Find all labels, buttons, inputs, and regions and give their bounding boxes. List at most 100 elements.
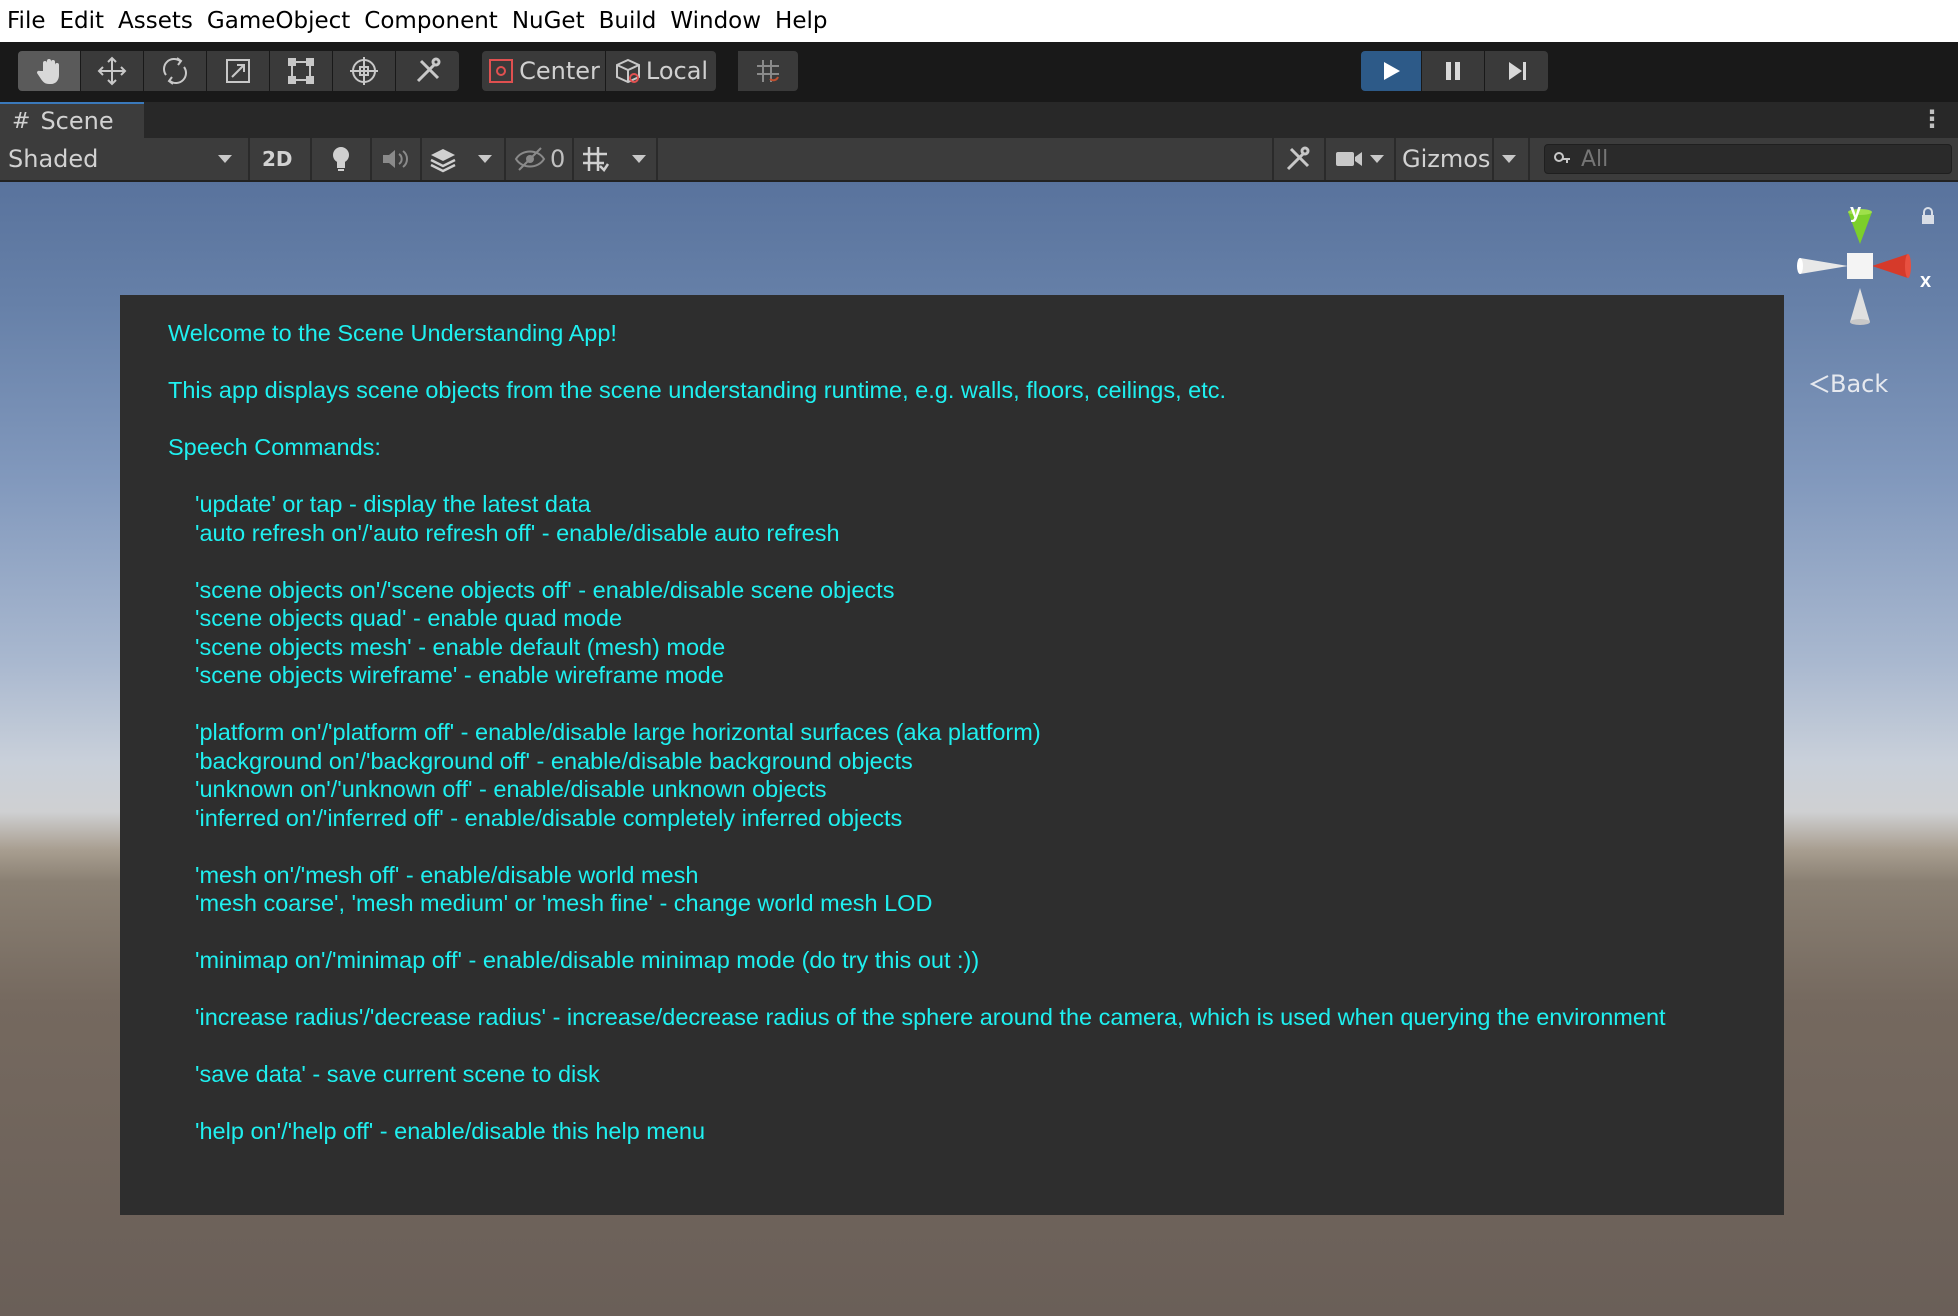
draw-mode-dropdown[interactable]: Shaded xyxy=(8,140,236,178)
hidden-count: 0 xyxy=(550,145,566,173)
rotate-icon xyxy=(163,57,187,85)
gizmos-label: Gizmos xyxy=(1402,145,1491,173)
help-command: 'increase radius'/'decrease radius' - in… xyxy=(195,1004,1666,1030)
gizmos-dropdown[interactable] xyxy=(1502,140,1516,178)
help-command: 'mesh coarse', 'mesh medium' or 'mesh fi… xyxy=(195,890,933,916)
pivot-toggles: Center Local xyxy=(482,51,716,91)
scene-tab-strip: # Scene ⋮ xyxy=(0,102,1958,138)
menu-window[interactable]: Window xyxy=(663,0,768,42)
pivot-mode-label: Center xyxy=(519,57,600,85)
lock-icon[interactable] xyxy=(1920,206,1936,226)
transform-tools xyxy=(18,51,459,91)
move-icon xyxy=(97,56,127,86)
custom-tool-button[interactable] xyxy=(396,51,459,91)
main-toolbar: Center Local xyxy=(0,42,1958,102)
chevron-down-icon xyxy=(1370,155,1384,163)
scale-tool-button[interactable] xyxy=(207,51,270,91)
effects-layers-icon xyxy=(430,149,456,173)
help-command: 'save data' - save current scene to disk xyxy=(195,1061,600,1087)
pivot-mode-button[interactable]: Center xyxy=(482,51,606,91)
pivot-rotation-button[interactable]: Local xyxy=(606,51,716,91)
pause-icon xyxy=(1446,62,1460,80)
help-welcome: Welcome to the Scene Understanding App! xyxy=(168,320,617,346)
back-label: Back xyxy=(1830,370,1889,398)
menu-file[interactable]: File xyxy=(0,0,53,42)
help-command: 'scene objects mesh' - enable default (m… xyxy=(195,634,726,660)
step-button[interactable] xyxy=(1485,51,1548,91)
hidden-objects-toggle[interactable]: 0 xyxy=(514,140,565,178)
help-panel: Welcome to the Scene Understanding App! … xyxy=(120,295,1784,1215)
grid-icon xyxy=(583,147,610,172)
chevron-down-icon xyxy=(1502,155,1516,163)
chevron-down-icon xyxy=(632,155,646,163)
gizmo-center-cube[interactable] xyxy=(1847,253,1873,279)
help-command: 'minimap on'/'minimap off' - enable/disa… xyxy=(195,947,980,973)
cube-icon xyxy=(615,58,640,84)
gizmo-neg-y-axis[interactable] xyxy=(1850,288,1870,322)
gizmos-toggle[interactable]: Gizmos xyxy=(1402,140,1490,178)
more-options-icon[interactable]: ⋮ xyxy=(1920,106,1944,134)
scene-search-input[interactable] xyxy=(1579,145,1923,173)
back-button[interactable]: Back xyxy=(1808,370,1888,398)
help-command: 'mesh on'/'mesh off' - enable/disable wo… xyxy=(195,862,699,888)
rect-tool-button[interactable] xyxy=(270,51,333,91)
rect-transform-icon xyxy=(288,58,314,84)
chevron-down-icon xyxy=(478,155,492,163)
help-command: 'inferred on'/'inferred off' - enable/di… xyxy=(195,805,903,831)
tab-scene[interactable]: # Scene xyxy=(0,102,144,138)
tab-scene-label: Scene xyxy=(40,107,114,135)
scene-toolbar: Shaded 2D 0 Gizmos xyxy=(0,138,1958,182)
grid-snap-icon xyxy=(757,60,779,82)
gizmo-y-label: y xyxy=(1850,201,1862,223)
pause-button[interactable] xyxy=(1422,51,1485,91)
mode-2d-toggle[interactable]: 2D xyxy=(262,140,293,178)
snap-group xyxy=(738,51,798,91)
help-command: 'scene objects on'/'scene objects off' -… xyxy=(195,577,895,603)
help-command: 'platform on'/'platform off' - enable/di… xyxy=(195,719,1041,745)
help-command: 'scene objects wireframe' - enable wiref… xyxy=(195,662,724,688)
menu-build[interactable]: Build xyxy=(592,0,664,42)
help-speech-commands-heading: Speech Commands: xyxy=(168,434,381,460)
lightbulb-icon xyxy=(333,147,349,171)
grid-dropdown[interactable] xyxy=(580,140,646,178)
camera-icon xyxy=(1336,152,1362,166)
play-button[interactable] xyxy=(1361,51,1422,91)
step-icon xyxy=(1508,62,1526,80)
pivot-rotation-label: Local xyxy=(645,57,709,85)
menu-component[interactable]: Component xyxy=(357,0,505,42)
effects-dropdown[interactable] xyxy=(428,140,492,178)
menu-assets[interactable]: Assets xyxy=(111,0,200,42)
menu-nuget[interactable]: NuGet xyxy=(505,0,592,42)
play-icon xyxy=(1384,62,1400,80)
help-command: 'auto refresh on'/'auto refresh off' - e… xyxy=(195,520,840,546)
help-command: 'unknown on'/'unknown off' - enable/disa… xyxy=(195,776,827,802)
audio-toggle[interactable] xyxy=(380,140,410,178)
chevron-down-icon xyxy=(218,155,232,163)
gizmo-neg-x-axis[interactable] xyxy=(1800,258,1848,274)
rotate-tool-button[interactable] xyxy=(144,51,207,91)
scale-icon xyxy=(226,59,250,83)
camera-dropdown[interactable] xyxy=(1334,140,1384,178)
hand-tool-button[interactable] xyxy=(18,51,81,91)
menu-help[interactable]: Help xyxy=(768,0,834,42)
menu-edit[interactable]: Edit xyxy=(53,0,112,42)
draw-mode-label: Shaded xyxy=(8,145,99,173)
menu-gameobject[interactable]: GameObject xyxy=(200,0,357,42)
help-command: 'background on'/'background off' - enabl… xyxy=(195,748,913,774)
help-description: This app displays scene objects from the… xyxy=(168,377,1227,403)
move-tool-button[interactable] xyxy=(81,51,144,91)
playback-controls xyxy=(1361,51,1548,91)
tools-toggle[interactable] xyxy=(1284,140,1312,178)
scene-search-box xyxy=(1544,144,1952,174)
help-command: 'help on'/'help off' - enable/disable th… xyxy=(195,1118,706,1144)
pivot-center-icon xyxy=(489,59,514,83)
tools-icon xyxy=(416,57,440,83)
gizmo-x-axis[interactable] xyxy=(1872,254,1908,278)
grid-snap-button[interactable] xyxy=(738,51,798,91)
scene-viewport[interactable]: Welcome to the Scene Understanding App! … xyxy=(0,182,1958,1316)
lighting-toggle[interactable] xyxy=(328,140,354,178)
chevron-left-icon xyxy=(1809,375,1829,393)
tools-icon xyxy=(1286,146,1310,171)
orientation-gizmo[interactable] xyxy=(1790,202,1930,352)
transform-tool-button[interactable] xyxy=(333,51,396,91)
